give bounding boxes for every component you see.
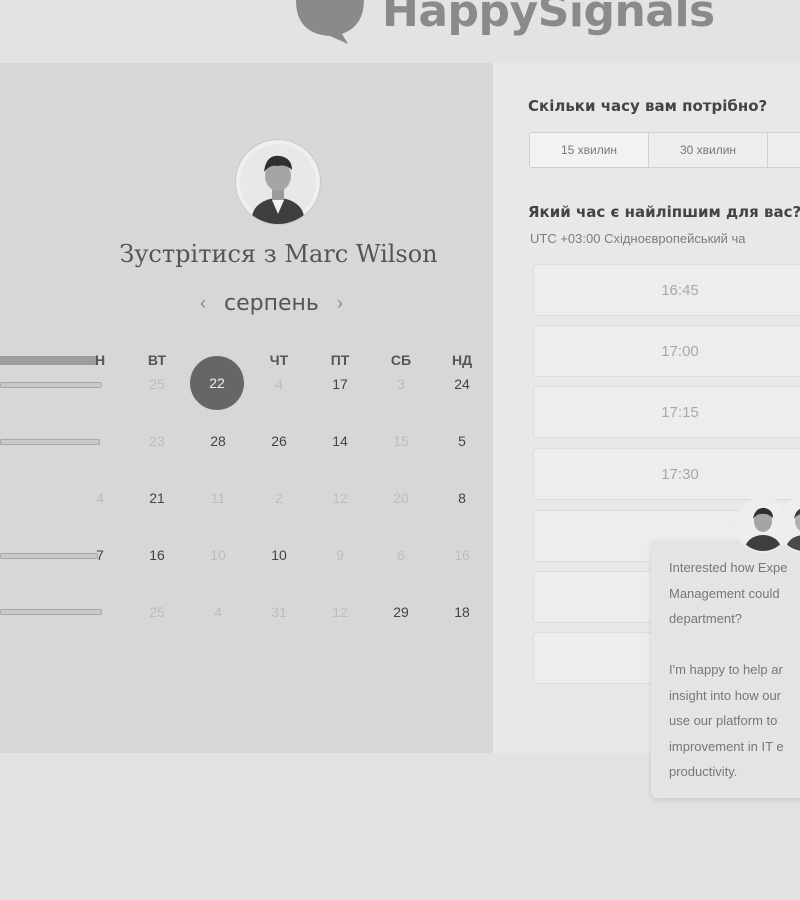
row-bar xyxy=(0,382,102,388)
chevron-left-icon[interactable]: ‹ xyxy=(200,293,206,314)
calendar-day[interactable]: 16 xyxy=(137,547,177,563)
time-slot[interactable]: 16:45 xyxy=(533,264,800,316)
calendar-day: 3 xyxy=(397,376,405,392)
time-slot-label: 17:30 xyxy=(661,465,699,483)
calendar-day: 25 xyxy=(149,376,165,392)
meeting-title: Зустрітися з Marc Wilson xyxy=(119,240,438,268)
calendar-day[interactable]: 8 xyxy=(442,490,482,506)
calendar-day: 16 xyxy=(454,547,470,563)
time-slot-label: 16:45 xyxy=(661,281,699,299)
time-title: Який час є найліпшим для вас? xyxy=(528,203,800,221)
timezone-label[interactable]: UTC +03:00 Східноєвропейський ча xyxy=(530,231,745,246)
calendar-day[interactable]: 18 xyxy=(442,604,482,620)
duration-option-30[interactable]: 30 хвилин xyxy=(649,133,768,167)
calendar-day: 15 xyxy=(393,433,409,449)
weekday-tue: ВТ xyxy=(147,352,167,368)
calendar-day[interactable]: 7 xyxy=(80,547,120,563)
calendar-day: 25 xyxy=(149,604,165,620)
time-slot[interactable]: 17:15 xyxy=(533,386,800,438)
calendar-day[interactable]: 5 xyxy=(442,433,482,449)
calendar-day[interactable]: 28 xyxy=(198,433,238,449)
calendar-day: 23 xyxy=(149,433,165,449)
calendar-day: 31 xyxy=(271,604,287,620)
calendar-day[interactable]: 17 xyxy=(320,376,360,392)
calendar-day[interactable]: 26 xyxy=(259,433,299,449)
calendar-day: 20 xyxy=(393,490,409,506)
chat-line: department? xyxy=(669,611,742,626)
chat-line: Interested how Expe xyxy=(669,560,788,575)
weekday-header-bar xyxy=(0,356,98,365)
calendar-day: 10 xyxy=(210,547,226,563)
row-bar xyxy=(0,439,100,445)
calendar-day: 12 xyxy=(332,490,348,506)
chat-line: I'm happy to help ar xyxy=(669,662,783,677)
time-slot-label: 17:00 xyxy=(661,342,699,360)
calendar-day[interactable]: 29 xyxy=(381,604,421,620)
chat-message: Interested how Expe Management could dep… xyxy=(669,555,800,785)
chat-line: productivity. xyxy=(669,764,738,779)
brand-name: HappySignals xyxy=(382,0,715,37)
calendar-day: 11 xyxy=(210,490,226,506)
host-avatar xyxy=(236,140,320,224)
chat-line: use our platform to xyxy=(669,713,778,728)
weekday-fri: ПТ xyxy=(330,352,350,368)
calendar-day[interactable]: 14 xyxy=(320,433,360,449)
time-slot[interactable]: 17:30 xyxy=(533,448,800,500)
calendar-day: 12 xyxy=(332,604,348,620)
month-label: серпень xyxy=(224,290,319,316)
calendar-day[interactable]: 10 xyxy=(259,547,299,563)
person-photo-icon xyxy=(240,144,316,224)
weekday-thu: ЧТ xyxy=(269,352,289,368)
calendar-day: 2 xyxy=(275,490,283,506)
chat-line: Management could xyxy=(669,585,780,601)
chat-line: insight into how our xyxy=(669,687,782,703)
calendar-day: 9 xyxy=(336,547,344,563)
calendar-day: 4 xyxy=(214,604,222,620)
chevron-right-icon[interactable]: › xyxy=(337,293,343,314)
weekday-sun: НД xyxy=(451,352,473,368)
month-navigation: ‹ серпень › xyxy=(200,288,343,318)
selected-day[interactable]: 22 xyxy=(190,356,244,410)
calendar-day: 6 xyxy=(397,547,405,563)
duration-title: Скільки часу вам потрібно? xyxy=(528,97,768,115)
chat-line-spacer xyxy=(669,632,800,658)
duration-option-15[interactable]: 15 хвилин xyxy=(530,133,649,167)
calendar-day: 4 xyxy=(275,376,283,392)
time-slot-label: 17:15 xyxy=(661,403,699,421)
duration-selector: 15 хвилин 30 хвилин xyxy=(529,132,800,168)
calendar-day: 4 xyxy=(96,490,104,506)
calendar-day[interactable]: 24 xyxy=(442,376,482,392)
speech-bubble-heart-icon xyxy=(296,0,364,44)
weekday-partial: Н xyxy=(95,352,106,368)
weekday-sat: СБ xyxy=(390,352,412,368)
calendar-day[interactable]: 21 xyxy=(137,490,177,506)
chat-line: improvement in IT e xyxy=(669,738,784,754)
time-slot[interactable]: 17:00 xyxy=(533,325,800,377)
row-bar xyxy=(0,609,102,615)
